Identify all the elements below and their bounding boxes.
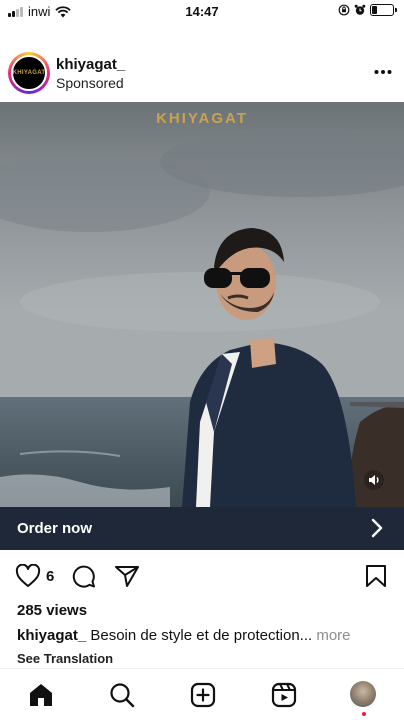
- heart-icon[interactable]: [15, 564, 41, 588]
- post-actions: 6: [0, 560, 404, 594]
- post-username[interactable]: khiyagat_: [56, 56, 125, 73]
- share-icon[interactable]: [114, 564, 140, 588]
- see-translation-link[interactable]: See Translation: [17, 651, 113, 666]
- caption-more-link[interactable]: more: [312, 627, 350, 644]
- chevron-right-icon: [371, 518, 383, 538]
- media-watermark: KHIYAGAT: [156, 110, 248, 127]
- alarm-icon: [354, 4, 366, 15]
- reels-icon[interactable]: [270, 681, 298, 709]
- screen-rotation-lock-icon: [338, 4, 350, 16]
- status-right: [338, 4, 397, 16]
- media-scene: [0, 102, 404, 507]
- comment-icon[interactable]: [71, 564, 96, 589]
- status-bar: inwi 14:47: [0, 0, 404, 22]
- bookmark-icon[interactable]: [365, 564, 387, 588]
- likes-count[interactable]: 6: [46, 568, 54, 585]
- more-options-button[interactable]: [374, 62, 392, 76]
- sound-toggle-button[interactable]: [364, 470, 384, 490]
- bottom-navigation: [0, 668, 404, 720]
- caption-username[interactable]: khiyagat_: [17, 627, 86, 644]
- create-icon[interactable]: [189, 681, 217, 709]
- notification-dot: [362, 712, 366, 716]
- account-avatar[interactable]: KHIYAGAT: [8, 52, 50, 94]
- order-now-cta[interactable]: Order now: [0, 507, 404, 550]
- profile-avatar[interactable]: [350, 681, 376, 707]
- caption-text: Besoin de style et de protection...: [86, 627, 313, 644]
- post-media[interactable]: KHIYAGAT: [0, 102, 404, 507]
- search-icon[interactable]: [108, 681, 136, 709]
- home-icon[interactable]: [27, 681, 55, 709]
- sponsored-label: Sponsored: [56, 75, 124, 91]
- speaker-icon: [364, 470, 384, 490]
- post-caption: khiyagat_ Besoin de style et de protecti…: [17, 627, 397, 644]
- avatar-logo-text: KHIYAGAT: [11, 55, 47, 91]
- view-count: 285 views: [17, 602, 88, 619]
- post-header: KHIYAGAT khiyagat_ Sponsored: [0, 50, 404, 98]
- cta-label: Order now: [17, 520, 93, 537]
- battery-icon: [370, 4, 397, 16]
- more-icon: [374, 70, 392, 74]
